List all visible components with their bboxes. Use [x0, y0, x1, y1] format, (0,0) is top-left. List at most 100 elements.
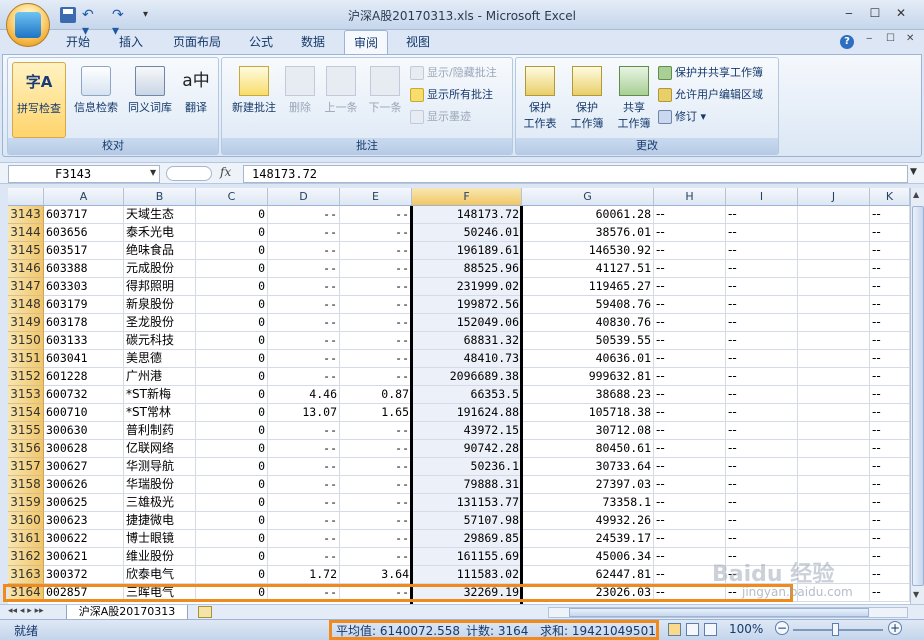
cell-f[interactable]: 191624.88 — [412, 404, 522, 422]
insert-sheet-icon[interactable] — [198, 606, 212, 618]
cell-j[interactable] — [798, 368, 870, 386]
column-header-b[interactable]: B — [124, 188, 196, 206]
cell-g[interactable]: 27397.03 — [522, 476, 654, 494]
cell-g[interactable]: 45006.34 — [522, 548, 654, 566]
cell-c[interactable]: 0 — [196, 404, 268, 422]
cell-k[interactable]: -- — [870, 386, 910, 404]
cell-f[interactable]: 199872.56 — [412, 296, 522, 314]
cell-j[interactable] — [798, 224, 870, 242]
cell-e[interactable]: -- — [340, 476, 412, 494]
cell-b[interactable]: 美思德 — [124, 350, 196, 368]
sheet-nav-buttons[interactable]: ◂◂ ◂ ▸ ▸▸ — [8, 606, 44, 616]
cell-e[interactable]: -- — [340, 440, 412, 458]
cell-e[interactable]: -- — [340, 242, 412, 260]
zoom-slider-thumb[interactable] — [832, 623, 839, 636]
cell-c[interactable]: 0 — [196, 476, 268, 494]
cell-d[interactable]: 4.46 — [268, 386, 340, 404]
cell-k[interactable]: -- — [870, 314, 910, 332]
cell-j[interactable] — [798, 494, 870, 512]
cell-j[interactable] — [798, 278, 870, 296]
page-layout-view-icon[interactable] — [686, 623, 699, 636]
cell-k[interactable]: -- — [870, 260, 910, 278]
row-header[interactable]: 3159 — [8, 494, 44, 512]
cell-c[interactable]: 0 — [196, 260, 268, 278]
cell-g[interactable]: 41127.51 — [522, 260, 654, 278]
cell-g[interactable]: 62447.81 — [522, 566, 654, 584]
cell-j[interactable] — [798, 440, 870, 458]
tab-review[interactable]: 审阅 — [344, 30, 388, 54]
row-header[interactable]: 3151 — [8, 350, 44, 368]
cell-d[interactable]: -- — [268, 530, 340, 548]
cell-j[interactable] — [798, 332, 870, 350]
normal-view-icon[interactable] — [668, 623, 681, 636]
cell-e[interactable]: -- — [340, 494, 412, 512]
zoom-level[interactable]: 100% — [729, 622, 763, 636]
cell-k[interactable]: -- — [870, 584, 910, 602]
cell-g[interactable]: 999632.81 — [522, 368, 654, 386]
cell-d[interactable]: 13.07 — [268, 404, 340, 422]
chevron-down-icon[interactable]: ▼ — [150, 168, 156, 177]
close-button[interactable]: ✕ — [888, 4, 914, 24]
cell-a[interactable]: 300626 — [44, 476, 124, 494]
cell-d[interactable]: -- — [268, 296, 340, 314]
cell-k[interactable]: -- — [870, 422, 910, 440]
cell-b[interactable]: 圣龙股份 — [124, 314, 196, 332]
cell-a[interactable]: 600732 — [44, 386, 124, 404]
name-box[interactable]: F3143 — [8, 165, 160, 183]
tab-view[interactable]: 视图 — [396, 30, 440, 54]
cell-b[interactable]: 绝味食品 — [124, 242, 196, 260]
cell-h[interactable]: -- — [654, 206, 726, 224]
cell-i[interactable]: -- — [726, 242, 798, 260]
cell-j[interactable] — [798, 422, 870, 440]
allow-edit-ranges-button[interactable]: 允许用户编辑区域 — [658, 86, 763, 102]
cell-i[interactable]: -- — [726, 224, 798, 242]
sheet-tab[interactable]: 沪深A股20170313 — [66, 605, 188, 620]
cell-i[interactable]: -- — [726, 368, 798, 386]
cell-a[interactable]: 603178 — [44, 314, 124, 332]
cell-e[interactable]: -- — [340, 512, 412, 530]
column-header-f[interactable]: F — [412, 188, 522, 206]
cell-h[interactable]: -- — [654, 404, 726, 422]
cell-j[interactable] — [798, 350, 870, 368]
zoom-in-button[interactable]: + — [888, 621, 902, 635]
cell-f[interactable]: 88525.96 — [412, 260, 522, 278]
cell-g[interactable]: 60061.28 — [522, 206, 654, 224]
cell-b[interactable]: 三雄极光 — [124, 494, 196, 512]
cell-f[interactable]: 90742.28 — [412, 440, 522, 458]
cell-b[interactable]: 华瑞股份 — [124, 476, 196, 494]
cell-k[interactable]: -- — [870, 512, 910, 530]
cell-i[interactable]: -- — [726, 440, 798, 458]
cell-g[interactable]: 59408.76 — [522, 296, 654, 314]
cell-k[interactable]: -- — [870, 548, 910, 566]
tab-home[interactable]: 开始 — [56, 30, 100, 54]
tab-page-layout[interactable]: 页面布局 — [162, 30, 232, 54]
vertical-scroll-thumb[interactable] — [912, 206, 924, 586]
cell-i[interactable]: -- — [726, 296, 798, 314]
row-header[interactable]: 3157 — [8, 458, 44, 476]
cell-d[interactable]: -- — [268, 476, 340, 494]
cell-a[interactable]: 603517 — [44, 242, 124, 260]
next-comment-button[interactable]: 下一条 — [364, 66, 406, 115]
cell-a[interactable]: 300621 — [44, 548, 124, 566]
cell-b[interactable]: 碳元科技 — [124, 332, 196, 350]
formula-divider-handle[interactable] — [166, 166, 212, 181]
cell-k[interactable]: -- — [870, 278, 910, 296]
translate-button[interactable]: a中 翻译 — [176, 66, 216, 115]
cell-b[interactable]: 新泉股份 — [124, 296, 196, 314]
cell-a[interactable]: 603656 — [44, 224, 124, 242]
cell-c[interactable]: 0 — [196, 206, 268, 224]
column-header-c[interactable]: C — [196, 188, 268, 206]
cell-j[interactable] — [798, 530, 870, 548]
cell-k[interactable]: -- — [870, 440, 910, 458]
column-header-h[interactable]: H — [654, 188, 726, 206]
column-header-g[interactable]: G — [522, 188, 654, 206]
maximize-button[interactable]: ☐ — [862, 4, 888, 24]
cell-b[interactable]: 捷捷微电 — [124, 512, 196, 530]
cell-k[interactable]: -- — [870, 368, 910, 386]
cell-k[interactable]: -- — [870, 530, 910, 548]
cell-c[interactable]: 0 — [196, 314, 268, 332]
cell-d[interactable]: -- — [268, 440, 340, 458]
cell-i[interactable]: -- — [726, 350, 798, 368]
cell-g[interactable]: 30712.08 — [522, 422, 654, 440]
cell-g[interactable]: 146530.92 — [522, 242, 654, 260]
